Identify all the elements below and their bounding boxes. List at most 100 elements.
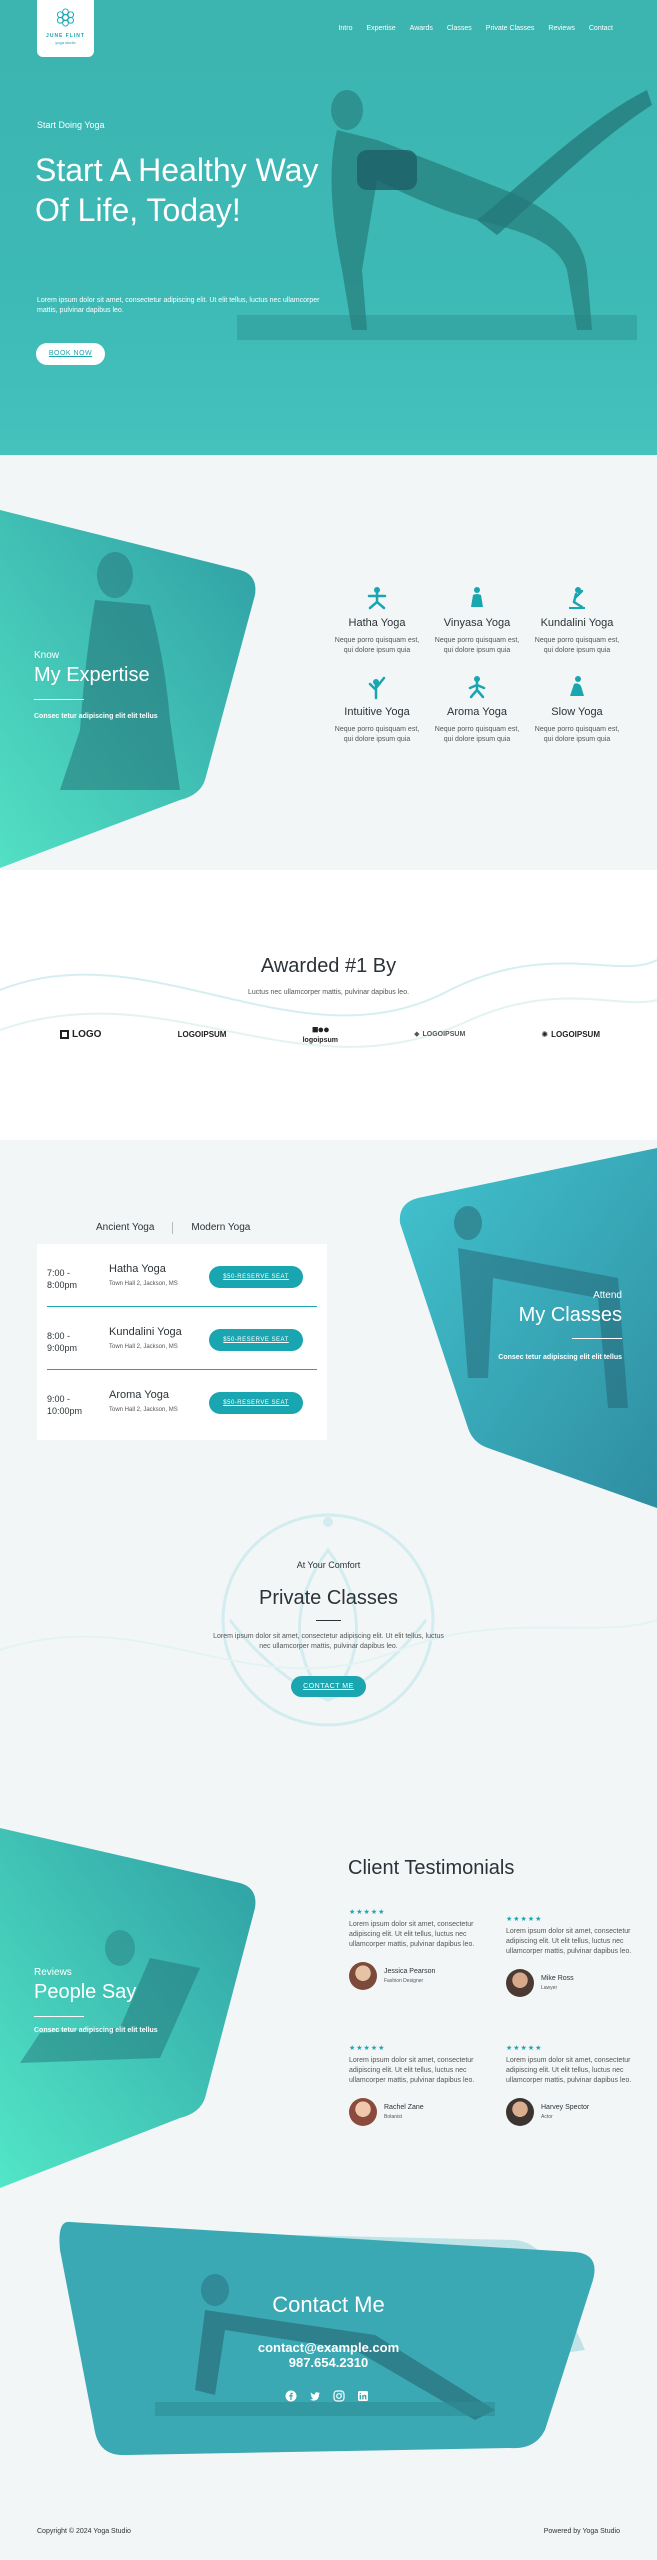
testimonials-title: Client Testimonials [348, 1857, 515, 1879]
expertise-item: Kundalini Yoga Neque porro quisquam est,… [530, 585, 624, 656]
kundalini-pose-icon [569, 587, 585, 609]
footer-copyright: Copyright © 2024 Yoga Studio [37, 2528, 131, 2535]
expertise-name: Vinyasa Yoga [443, 617, 511, 629]
person-role: Actor [541, 2114, 553, 2120]
nav-classes[interactable]: Classes [447, 25, 472, 32]
testimonial-quote: Lorem ipsum dolor sit amet, consectetur … [349, 2057, 475, 2084]
rating-stars: ★★★★★ [349, 2045, 386, 2052]
expertise-item: Slow Yoga Neque porro quisquam est, qui … [530, 674, 624, 745]
nav-expertise[interactable]: Expertise [366, 25, 395, 32]
private-classes-section [0, 1510, 657, 1800]
class-name: Hatha Yoga [109, 1263, 166, 1275]
expertise-divider [34, 699, 84, 700]
intuitive-pose-icon [368, 676, 386, 700]
class-location: Town Hall 2, Jackson, MS [109, 1344, 178, 1350]
reviews-photo-shape [0, 1828, 256, 2188]
contact-title: Contact Me [272, 2292, 385, 2317]
classes-title: My Classes [518, 1304, 622, 1326]
expertise-desc: Neque porro quisquam est, qui dolore ips… [434, 637, 520, 654]
reserve-seat-button[interactable]: $50-Reserve Seat [209, 1392, 303, 1414]
award-logo: LOGO [60, 1029, 101, 1040]
classes-text: Consec tetur adipiscing elit elit tellus [498, 1354, 622, 1361]
expertise-desc: Neque porro quisquam est, qui dolore ips… [334, 637, 420, 654]
testimonial-quote: Lorem ipsum dolor sit amet, consectetur … [506, 2057, 632, 2084]
expertise-desc: Neque porro quisquam est, qui dolore ips… [434, 726, 520, 743]
class-location: Town Hall 2, Jackson, MS [109, 1281, 178, 1287]
contact-email[interactable]: contact@example.com [0, 2340, 657, 2355]
expertise-desc: Neque porro quisquam est, qui dolore ips… [334, 726, 420, 743]
schedule-row: 7:00 - 8:00pm Hatha Yoga Town Hall 2, Ja… [47, 1259, 317, 1305]
nav-reviews[interactable]: Reviews [548, 25, 574, 32]
award-logo: ◆ LOGOIPSUM [414, 1030, 466, 1039]
schedule-divider [47, 1369, 317, 1370]
nav-awards[interactable]: Awards [410, 25, 433, 32]
class-name: Aroma Yoga [109, 1389, 169, 1401]
expertise-photo-shape [0, 510, 256, 868]
contact-phone[interactable]: 987.654.2310 [0, 2355, 657, 2370]
brand-tagline: yoga studio [55, 40, 76, 45]
expertise-text: Consec tetur adipiscing elit elit tellus [34, 713, 158, 720]
classes-photo-shape [399, 1148, 657, 1508]
contact-me-button[interactable]: Contact Me [291, 1676, 366, 1697]
footer-powered-by: Powered by Yoga Studio [543, 2528, 620, 2535]
hero-text: Lorem ipsum dolor sit amet, consectetur … [37, 297, 320, 314]
lotus-logo-icon [56, 8, 75, 27]
tab-modern-yoga[interactable]: Modern Yoga [191, 1222, 250, 1234]
tab-ancient-yoga[interactable]: Ancient Yoga [96, 1222, 154, 1234]
rating-stars: ★★★★★ [506, 2045, 543, 2052]
class-schedule: 7:00 - 8:00pm Hatha Yoga Town Hall 2, Ja… [37, 1244, 327, 1440]
avatar [506, 2098, 534, 2126]
class-time: 7:00 - 8:00pm [47, 1268, 78, 1290]
expertise-name: Slow Yoga [551, 706, 603, 718]
award-logo: ✺ LOGOIPSUM [541, 1029, 600, 1039]
book-now-button[interactable]: Book Now [36, 343, 105, 365]
expertise-name: Aroma Yoga [447, 706, 507, 718]
facebook-icon[interactable] [285, 2390, 297, 2402]
expertise-name: Kundalini Yoga [540, 617, 614, 629]
expertise-title: My Expertise [34, 664, 150, 686]
nav-intro[interactable]: Intro [338, 25, 352, 32]
expertise-item: Intuitive Yoga Neque porro quisquam est,… [330, 674, 424, 745]
avatar [349, 2098, 377, 2126]
reserve-seat-button[interactable]: $50-Reserve Seat [209, 1266, 303, 1288]
person-name: Rachel Zane [384, 2104, 424, 2111]
expertise-item: Hatha Yoga Neque porro quisquam est, qui… [330, 585, 424, 656]
nav-private-classes[interactable]: Private Classes [486, 25, 535, 32]
expertise-item: Aroma Yoga Neque porro quisquam est, qui… [430, 674, 524, 745]
avatar [506, 1969, 534, 1997]
schedule-row: 8:00 - 9:00pm Kundalini Yoga Town Hall 2… [47, 1322, 317, 1368]
expertise-eyebrow: Know [34, 650, 60, 661]
person-name: Mike Ross [541, 1975, 574, 1982]
instagram-icon[interactable] [333, 2390, 345, 2402]
person-name: Jessica Pearson [384, 1968, 436, 1975]
twitter-icon[interactable] [309, 2390, 321, 2402]
nav-contact[interactable]: Contact [589, 25, 613, 32]
hero-eyebrow: Start Doing Yoga [37, 120, 105, 130]
person-name: Harvey Spector [541, 2104, 590, 2111]
aroma-pose-icon [468, 676, 486, 699]
avatar [349, 1962, 377, 1990]
schedule-divider [47, 1306, 317, 1307]
reviews-text: Consec tetur adipiscing elit elit tellus [34, 2027, 158, 2034]
testimonial-card: ★★★★★ Lorem ipsum dolor sit amet, consec… [506, 1915, 636, 1997]
rating-stars: ★★★★★ [506, 1916, 543, 1923]
reserve-seat-button[interactable]: $50-Reserve Seat [209, 1329, 303, 1351]
slow-pose-icon [570, 676, 584, 696]
expertise-desc: Neque porro quisquam est, qui dolore ips… [534, 726, 620, 743]
expertise-item: Vinyasa Yoga Neque porro quisquam est, q… [430, 585, 524, 656]
awards-subtitle: Luctus nec ullamcorper mattis, pulvinar … [247, 989, 410, 996]
awards-title: Awarded #1 By [260, 955, 397, 977]
linkedin-icon[interactable] [357, 2390, 369, 2402]
award-logo: ■●● logoipsum [302, 1024, 338, 1044]
testimonial-card: ★★★★★ Lorem ipsum dolor sit amet, consec… [349, 1908, 479, 1990]
testimonial-quote: Lorem ipsum dolor sit amet, consectetur … [349, 1921, 475, 1948]
brand-logo[interactable]: JUNE FLINT yoga studio [37, 0, 94, 57]
person-role: Lawyer [541, 1985, 558, 1991]
classes-divider [572, 1338, 622, 1339]
awards-section [0, 870, 657, 1140]
hero-section: JUNE FLINT yoga studio Intro Expertise A… [0, 0, 657, 455]
rating-stars: ★★★★★ [349, 1909, 386, 1916]
awards-logos: LOGO LOGOIPSUM ■●● logoipsum ◆ LOGOIPSUM ✺… [60, 1024, 600, 1044]
class-tabs: Ancient Yoga Modern Yoga [96, 1222, 250, 1234]
testimonial-card: ★★★★★ Lorem ipsum dolor sit amet, consec… [506, 2044, 636, 2126]
